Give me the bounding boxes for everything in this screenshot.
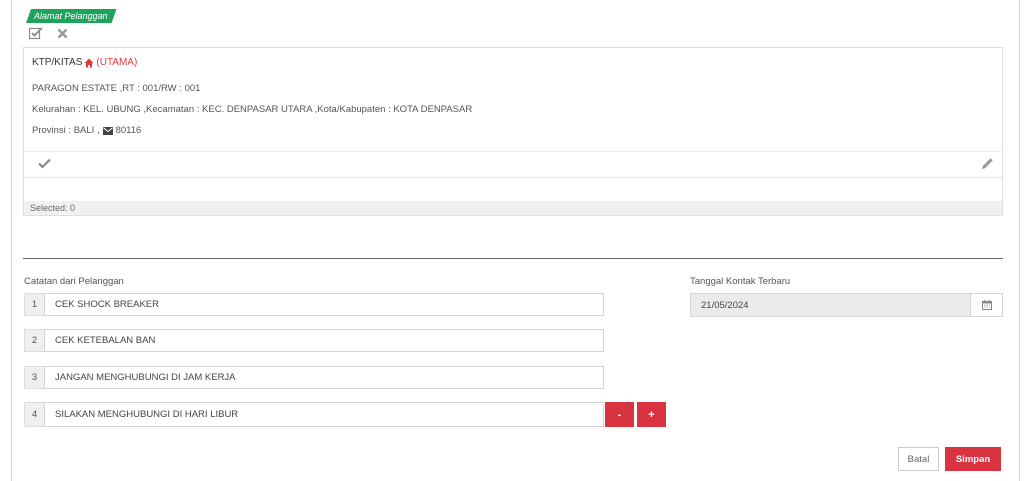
last-contact-field (690, 293, 1003, 317)
note-input-1[interactable] (44, 293, 604, 316)
save-button[interactable]: Simpan (945, 447, 1001, 471)
address-province-line: Provinsi : BALI , 80116 (32, 125, 141, 136)
note-row-1: 1 (24, 293, 604, 316)
cancel-button[interactable]: Batal (898, 447, 939, 471)
note-number: 3 (24, 366, 44, 389)
selected-count: Selected: 0 (24, 201, 1002, 215)
note-number: 4 (24, 402, 44, 427)
last-contact-label: Tanggal Kontak Terbaru (690, 276, 791, 287)
envelope-icon (102, 126, 113, 135)
calendar-icon[interactable] (971, 293, 1003, 317)
address-province: Provinsi : BALI , (32, 125, 100, 136)
last-contact-date-input[interactable] (690, 293, 971, 317)
postal-code: 80116 (115, 125, 142, 136)
primary-badge: (UTAMA) (96, 57, 138, 68)
note-row-4: 4 - + (24, 402, 666, 427)
note-row-3: 3 (24, 366, 604, 389)
section-title-tag: Alamat Pelanggan (26, 9, 117, 23)
note-number: 1 (24, 293, 44, 316)
address-card-actions (24, 151, 1002, 178)
note-row-2: 2 (24, 329, 604, 352)
add-note-button[interactable]: + (637, 402, 666, 427)
notes-label: Catatan dari Pelanggan (24, 276, 124, 287)
section-divider (23, 258, 1003, 259)
pencil-icon[interactable] (981, 157, 994, 173)
address-list-panel: KTP/KITAS (UTAMA) PARAGON ESTATE ,RT : 0… (23, 47, 1003, 216)
check-square-icon[interactable] (28, 26, 44, 40)
address-card[interactable]: KTP/KITAS (UTAMA) PARAGON ESTATE ,RT : 0… (24, 48, 1002, 178)
note-input-2[interactable] (44, 329, 604, 352)
note-input-4[interactable] (44, 402, 604, 427)
home-icon (84, 58, 94, 67)
note-input-3[interactable] (44, 366, 604, 389)
close-icon[interactable] (54, 26, 70, 40)
note-number: 2 (24, 329, 44, 352)
address-toolbar (28, 26, 70, 40)
address-street: PARAGON ESTATE ,RT : 001/RW : 001 (32, 83, 201, 94)
address-type: KTP/KITAS (32, 57, 83, 68)
select-address-check-icon[interactable] (38, 158, 51, 172)
address-header: KTP/KITAS (UTAMA) (32, 57, 137, 68)
address-region: Kelurahan : KEL. UBUNG ,Kecamatan : KEC.… (32, 104, 473, 115)
remove-note-button[interactable]: - (605, 402, 634, 427)
